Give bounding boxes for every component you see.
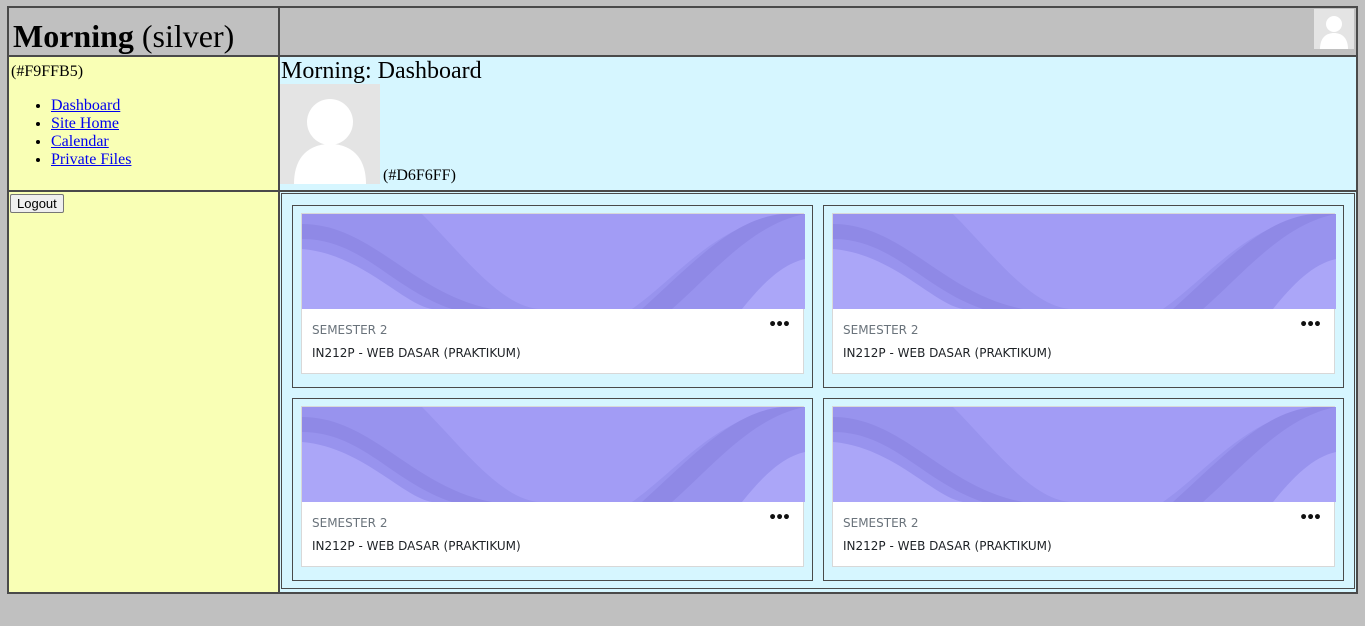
nav-link-dashboard[interactable]: Dashboard	[51, 97, 120, 114]
nav-item-private-files: Private Files	[51, 151, 278, 169]
logout-button[interactable]: Logout	[10, 194, 64, 213]
dashboard-header: Morning: Dashboard (#D6F6FF)	[278, 55, 1358, 192]
main-content: SEMESTER 2 IN212P - WEB DASAR (PRAKTIKUM…	[278, 190, 1358, 594]
user-silhouette-icon	[280, 84, 380, 184]
site-title: Morning (silver)	[13, 17, 276, 55]
course-name-link[interactable]: IN212P - WEB DASAR (PRAKTIKUM)	[312, 345, 793, 361]
nav-link-calendar[interactable]: Calendar	[51, 133, 109, 150]
course-card-inner: SEMESTER 2 IN212P - WEB DASAR (PRAKTIKUM…	[832, 213, 1336, 374]
course-card-body: SEMESTER 2 IN212P - WEB DASAR (PRAKTIKUM…	[833, 309, 1334, 361]
site-color-note: (silver)	[141, 18, 235, 54]
user-silhouette-icon	[1314, 9, 1354, 49]
course-name-link[interactable]: IN212P - WEB DASAR (PRAKTIKUM)	[312, 538, 793, 554]
course-card[interactable]: SEMESTER 2 IN212P - WEB DASAR (PRAKTIKUM…	[292, 398, 813, 581]
course-image[interactable]	[833, 214, 1336, 309]
more-horizontal-icon[interactable]: •••	[768, 511, 791, 525]
course-image[interactable]	[302, 407, 805, 502]
sidebar-nav: (#F9FFB5) Dashboard Site Home Calendar P…	[7, 55, 280, 192]
more-horizontal-icon[interactable]: •••	[1299, 318, 1322, 332]
page-title: Morning: Dashboard	[281, 58, 482, 84]
nav-item-dashboard: Dashboard	[51, 97, 278, 115]
course-name-link[interactable]: IN212P - WEB DASAR (PRAKTIKUM)	[843, 538, 1324, 554]
course-card-body: SEMESTER 2 IN212P - WEB DASAR (PRAKTIKUM…	[302, 502, 803, 554]
top-bar	[278, 6, 1358, 57]
site-header: Morning (silver)	[7, 6, 280, 57]
nav-color-note: (#F9FFB5)	[11, 63, 84, 80]
nav-list: Dashboard Site Home Calendar Private Fil…	[11, 97, 278, 169]
sidebar-actions: Logout	[7, 190, 280, 594]
course-card[interactable]: SEMESTER 2 IN212P - WEB DASAR (PRAKTIKUM…	[292, 205, 813, 388]
course-card-inner: SEMESTER 2 IN212P - WEB DASAR (PRAKTIKUM…	[301, 213, 805, 374]
course-overview: SEMESTER 2 IN212P - WEB DASAR (PRAKTIKUM…	[281, 193, 1355, 589]
nav-link-private-files[interactable]: Private Files	[51, 151, 131, 168]
profile-row: (#D6F6FF)	[280, 84, 1356, 184]
course-card-body: SEMESTER 2 IN212P - WEB DASAR (PRAKTIKUM…	[833, 502, 1334, 554]
course-category: SEMESTER 2	[843, 516, 919, 530]
course-name-link[interactable]: IN212P - WEB DASAR (PRAKTIKUM)	[843, 345, 1324, 361]
course-category: SEMESTER 2	[312, 516, 388, 530]
course-category: SEMESTER 2	[312, 323, 388, 337]
page-layout: Morning (silver) (#F9FFB5) Dashboard Sit…	[7, 6, 1358, 594]
nav-link-site-home[interactable]: Site Home	[51, 115, 119, 132]
course-image[interactable]	[833, 407, 1336, 502]
profile-avatar	[280, 84, 380, 184]
nav-item-site-home: Site Home	[51, 115, 278, 133]
course-image[interactable]	[302, 214, 805, 309]
course-card[interactable]: SEMESTER 2 IN212P - WEB DASAR (PRAKTIKUM…	[823, 205, 1344, 388]
course-grid: SEMESTER 2 IN212P - WEB DASAR (PRAKTIKUM…	[292, 205, 1344, 581]
course-card-body: SEMESTER 2 IN212P - WEB DASAR (PRAKTIKUM…	[302, 309, 803, 361]
course-card[interactable]: SEMESTER 2 IN212P - WEB DASAR (PRAKTIKUM…	[823, 398, 1344, 581]
nav-item-calendar: Calendar	[51, 133, 278, 151]
user-menu-avatar[interactable]	[1314, 9, 1354, 49]
course-card-inner: SEMESTER 2 IN212P - WEB DASAR (PRAKTIKUM…	[301, 406, 805, 567]
site-name: Morning	[13, 18, 134, 54]
course-category: SEMESTER 2	[843, 323, 919, 337]
more-horizontal-icon[interactable]: •••	[1299, 511, 1322, 525]
more-horizontal-icon[interactable]: •••	[768, 318, 791, 332]
course-card-inner: SEMESTER 2 IN212P - WEB DASAR (PRAKTIKUM…	[832, 406, 1336, 567]
dashboard-color-note: (#D6F6FF)	[383, 167, 456, 184]
